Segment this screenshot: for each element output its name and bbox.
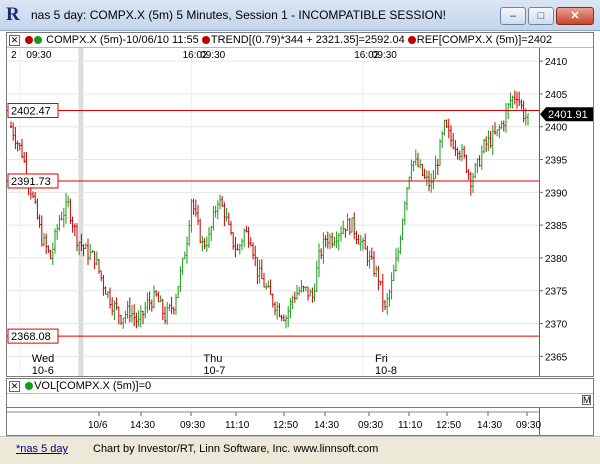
day-name-label: Fri: [375, 353, 388, 365]
volume-x-label: 09:30: [358, 420, 383, 431]
maximize-button[interactable]: □: [528, 7, 554, 25]
window-title: nas 5 day: COMPX.X (5m) 5 Minutes, Sessi…: [31, 8, 447, 22]
top-time-label: 09:30: [372, 50, 397, 61]
trend-legend[interactable]: TREND[(0.79)*344 + 2321.35]=2592.04: [211, 34, 405, 46]
volume-legend[interactable]: VOL[COMPX.X (5m)]=0: [34, 380, 151, 392]
volume-x-label: 12:50: [436, 420, 461, 431]
symbol-legend[interactable]: COMPX.X (5m)-10/06/10 11:55: [46, 34, 199, 46]
volume-x-label: 09:30: [516, 420, 541, 431]
minimize-button[interactable]: –: [500, 7, 526, 25]
price-pane[interactable]: ✕ COMPX.X (5m)-10/06/10 11:55 TREND[(0.7…: [6, 32, 594, 377]
y-tick-label: 2365: [545, 352, 568, 363]
y-tick-label: 2370: [545, 320, 568, 331]
volume-x-label: 12:50: [273, 420, 298, 431]
reference-label[interactable]: 2402.47: [11, 106, 51, 118]
green-indicator-icon: [34, 36, 43, 45]
y-tick-label: 2405: [545, 90, 568, 101]
reference-label[interactable]: 2368.08: [11, 331, 51, 343]
volume-dot-icon: [25, 382, 34, 391]
status-bar: *nas 5 day Chart by Investor/RT, Linn So…: [0, 436, 600, 464]
volume-x-label: 09:30: [180, 420, 205, 431]
day-date-label: 10-7: [203, 365, 225, 376]
chart-tab[interactable]: *nas 5 day: [16, 443, 68, 455]
day-name-label: Thu: [203, 353, 222, 365]
reference-label[interactable]: 2391.73: [11, 176, 51, 188]
volume-legend-pane: ✕ VOL[COMPX.X (5m)]=0 M: [6, 378, 594, 408]
app-logo-icon: R: [6, 4, 20, 25]
day-date-label: 10-6: [32, 365, 54, 376]
y-tick-label: 2385: [545, 221, 568, 232]
close-button[interactable]: ✕: [556, 7, 594, 25]
price-legend: ✕ COMPX.X (5m)-10/06/10 11:55 TREND[(0.7…: [7, 33, 593, 48]
y-tick-label: 2375: [545, 287, 568, 298]
close-pane-icon[interactable]: ✕: [9, 34, 20, 46]
volume-x-label: 14:30: [477, 420, 502, 431]
day-date-label: 10-8: [375, 365, 397, 376]
volume-chart: 10/6 14:30 09:30 11:10 12:50 14:30 09:30 11:10 1…: [7, 408, 541, 435]
trend-dot-icon: [201, 36, 210, 45]
price-chart[interactable]: 2 09:30 16:0209:30 16:0209:302402.472391.73…: [7, 48, 593, 376]
ref-legend[interactable]: REF[COMPX.X (5m)]=2402: [417, 34, 552, 46]
volume-x-label: 10/6: [88, 420, 108, 431]
ref-dot-icon: [407, 36, 416, 45]
y-tick-label: 2400: [545, 123, 568, 134]
top-time-label: 2: [11, 50, 17, 61]
volume-scale-label: M: [582, 395, 591, 405]
volume-x-label: 14:30: [314, 420, 339, 431]
red-indicator-icon: [25, 36, 34, 45]
volume-x-label: 11:10: [225, 420, 250, 431]
y-tick-label: 2390: [545, 188, 568, 199]
session-shade: [78, 48, 84, 376]
volume-x-label: 14:30: [130, 420, 155, 431]
y-tick-label: 2380: [545, 254, 568, 265]
day-name-label: Wed: [32, 353, 54, 365]
credit-text: Chart by Investor/RT, Linn Software, Inc…: [93, 443, 379, 455]
volume-x-label: 11:10: [398, 420, 423, 431]
volume-pane[interactable]: 10/6 14:30 09:30 11:10 12:50 14:30 09:30 11:10 1…: [6, 408, 594, 436]
top-time-label: 09:30: [26, 50, 51, 61]
y-tick-label: 2410: [545, 57, 568, 68]
y-tick-label: 2395: [545, 156, 568, 167]
title-bar: R nas 5 day: COMPX.X (5m) 5 Minutes, Ses…: [0, 0, 600, 31]
last-price-label: 2401.91: [548, 109, 588, 121]
close-volume-icon[interactable]: ✕: [9, 380, 20, 392]
top-time-label: 09:30: [200, 50, 225, 61]
